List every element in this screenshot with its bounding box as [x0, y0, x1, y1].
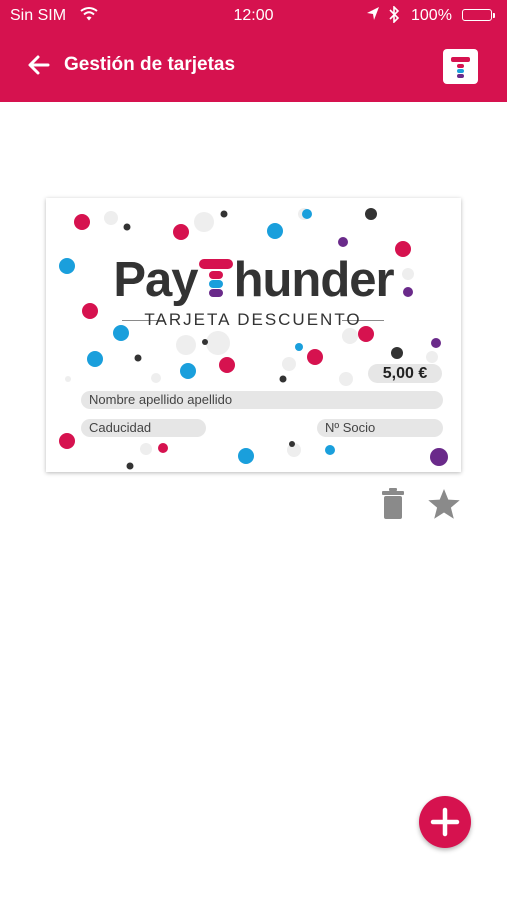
app-header: Sin SIM 12:00 100% Gestión de tarjetas — [0, 0, 507, 102]
card-subtitle-block: TARJETA DESCUENTO — [122, 308, 384, 332]
status-bar: Sin SIM 12:00 100% — [0, 0, 507, 32]
paythunder-logo-icon[interactable] — [443, 49, 478, 84]
cardholder-name-field: Nombre apellido apellido — [81, 391, 443, 409]
card-amount-badge: 5,00 € — [368, 364, 442, 383]
back-button[interactable] — [26, 52, 52, 78]
card-brand-logo: Pay hunder — [46, 252, 461, 308]
favorite-card-button[interactable] — [427, 488, 461, 521]
page-title: Gestión de tarjetas — [64, 54, 236, 75]
member-number-field: Nº Socio — [317, 419, 443, 437]
expiry-field: Caducidad — [81, 419, 206, 437]
bluetooth-icon — [388, 5, 400, 27]
trash-icon — [382, 488, 404, 519]
location-icon — [366, 6, 380, 27]
card-subtitle: TARJETA DESCUENTO — [144, 310, 362, 329]
brand-suffix: hunder — [233, 253, 395, 307]
add-card-button[interactable] — [419, 796, 471, 848]
brand-prefix: Pay — [113, 253, 198, 307]
discount-card[interactable]: Pay hunder TARJETA DESCUENTO 5,00 € Nomb… — [46, 198, 461, 472]
delete-card-button[interactable] — [381, 488, 405, 520]
thunder-t-icon — [198, 256, 233, 300]
plus-icon — [430, 807, 460, 837]
star-icon — [428, 489, 460, 519]
battery-icon — [462, 9, 495, 21]
battery-percent: 100% — [411, 7, 452, 24]
arrow-left-icon — [28, 55, 50, 75]
